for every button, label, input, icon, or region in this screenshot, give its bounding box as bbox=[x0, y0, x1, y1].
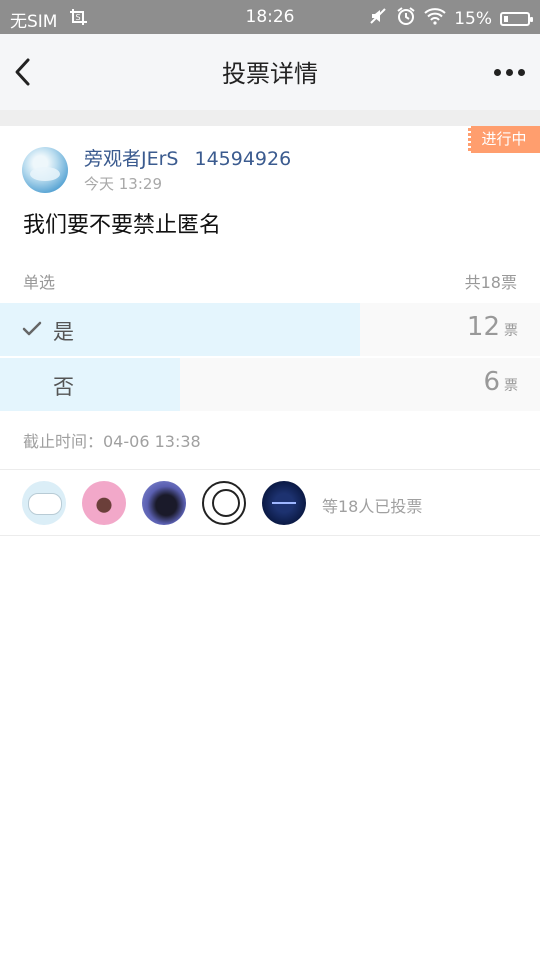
wifi-icon bbox=[424, 7, 446, 30]
poll-question: 我们要不要禁止匿名 bbox=[23, 213, 222, 238]
poll-card: 进行中 旁观者JErS 14594926 今天 13:29 我们要不要禁止匿名 单… bbox=[0, 126, 540, 470]
voter-avatar[interactable] bbox=[262, 481, 306, 525]
section-gap bbox=[0, 110, 540, 126]
option-count-value: 6 bbox=[483, 367, 500, 397]
divider bbox=[0, 535, 540, 536]
option-count-unit: 票 bbox=[504, 378, 518, 394]
page-title: 投票详情 bbox=[222, 60, 318, 88]
poll-option-no[interactable]: 否 6票 bbox=[0, 358, 540, 411]
option-count-value: 12 bbox=[466, 312, 500, 342]
poll-deadline: 截止时间：04-06 13:38 bbox=[23, 432, 201, 451]
voters-summary: 等18人已投票 bbox=[322, 497, 423, 516]
poll-option-yes[interactable]: 是 12 票 bbox=[0, 303, 540, 356]
option-label: 否 bbox=[53, 375, 74, 399]
battery-icon bbox=[500, 11, 533, 26]
voter-avatar[interactable] bbox=[202, 481, 246, 525]
voter-avatar[interactable] bbox=[82, 481, 126, 525]
vote-total: 共18票 bbox=[464, 273, 517, 292]
alarm-icon bbox=[396, 6, 416, 31]
voters-row[interactable]: 等18人已投票 bbox=[0, 470, 540, 536]
author-id: 14594926 bbox=[194, 148, 292, 170]
option-count: 6票 bbox=[483, 367, 518, 397]
voter-avatar[interactable] bbox=[142, 481, 186, 525]
more-dots-icon bbox=[493, 68, 501, 76]
author-avatar[interactable] bbox=[22, 147, 68, 193]
option-count-unit: 票 bbox=[504, 323, 518, 339]
vote-type: 单选 bbox=[23, 273, 56, 292]
option-bar bbox=[0, 358, 180, 411]
author-info[interactable]: 旁观者JErS 14594926 bbox=[84, 144, 291, 171]
voter-avatar[interactable] bbox=[22, 481, 66, 525]
option-label: 是 bbox=[53, 320, 74, 344]
battery-percent: 15% bbox=[454, 8, 492, 29]
check-icon bbox=[22, 321, 42, 336]
status-bar-right: 15% bbox=[368, 6, 533, 31]
nav-header: 投票详情 bbox=[0, 34, 540, 110]
more-button[interactable] bbox=[490, 60, 528, 84]
post-time: 今天 13:29 bbox=[84, 175, 162, 193]
status-bar: 无SIM S 18:26 15% bbox=[0, 0, 540, 34]
status-badge: 进行中 bbox=[465, 126, 540, 153]
author-name: 旁观者JErS bbox=[84, 148, 179, 170]
mute-icon bbox=[368, 6, 388, 31]
option-count: 12 票 bbox=[467, 312, 518, 342]
